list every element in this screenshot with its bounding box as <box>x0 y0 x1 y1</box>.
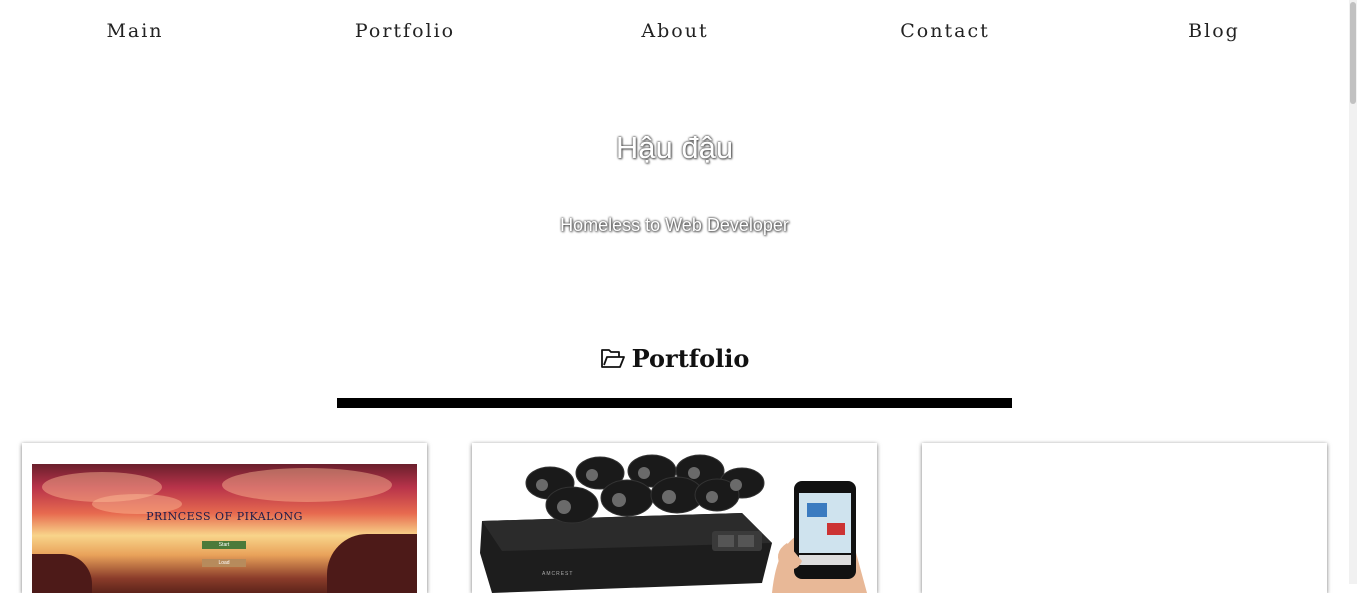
nav-link-portfolio[interactable]: Portfolio <box>270 20 540 42</box>
game-screenshot-thumbnail: PRINCESS OF PIKALONG Start Load <box>32 464 417 593</box>
scrollbar-thumb[interactable] <box>1350 2 1356 104</box>
folder-open-icon <box>600 348 626 370</box>
portfolio-heading-label: Portfolio <box>631 344 750 373</box>
game-title-text: PRINCESS OF PIKALONG <box>146 510 303 523</box>
portfolio-card-empty[interactable] <box>922 443 1327 593</box>
game-start-button-image: Start <box>202 541 246 549</box>
top-navigation: Main Portfolio About Contact Blog <box>0 0 1349 64</box>
nav-link-about[interactable]: About <box>540 20 810 42</box>
section-divider <box>337 398 1012 408</box>
game-load-button-image: Load <box>202 559 246 567</box>
portfolio-heading: Portfolio <box>0 344 1349 373</box>
security-camera-product-image: AMCREST <box>480 454 867 593</box>
portfolio-card-security-cameras[interactable]: AMCREST <box>472 443 877 593</box>
page-scrollbar[interactable] <box>1349 0 1357 584</box>
hero-subtitle: Homeless to Web Developer <box>560 215 789 235</box>
nav-link-blog[interactable]: Blog <box>1079 20 1349 42</box>
hero-title: Hậu đậu <box>615 130 734 165</box>
nav-link-contact[interactable]: Contact <box>810 20 1080 42</box>
portfolio-card-game[interactable]: PRINCESS OF PIKALONG Start Load <box>22 443 427 593</box>
dvr-brand-label: AMCREST <box>542 571 573 577</box>
nav-link-main[interactable]: Main <box>0 20 270 42</box>
